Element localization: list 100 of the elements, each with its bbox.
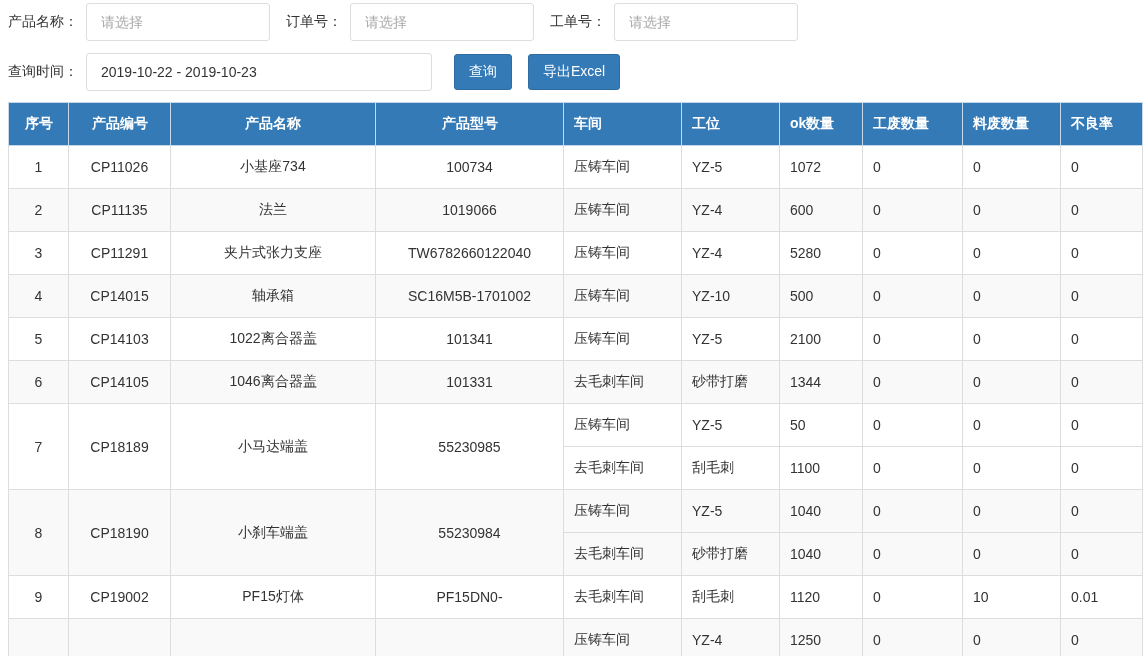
workshop-cell: 压铸车间 (563, 618, 682, 656)
workshop-cell: 去毛刺车间 (563, 446, 682, 490)
index-cell: 3 (8, 231, 69, 275)
defect-rate-cell: 0 (1060, 317, 1143, 361)
station-cell: 砂带打磨 (681, 360, 780, 404)
ok-count-cell: 1344 (779, 360, 863, 404)
index-cell: 6 (8, 360, 69, 404)
column-header: 产品名称 (170, 102, 376, 146)
defect-rate-cell: 0 (1060, 360, 1143, 404)
select-field[interactable]: 请选择 (350, 3, 534, 41)
material-scrap-cell: 0 (962, 274, 1061, 318)
work-scrap-cell: 0 (862, 360, 963, 404)
ok-count-cell: 1250 (779, 618, 863, 656)
ok-count-cell: 1040 (779, 532, 863, 576)
work-scrap-cell: 0 (862, 317, 963, 361)
workshop-cell: 去毛刺车间 (563, 360, 682, 404)
station-cell: 砂带打磨 (681, 532, 780, 576)
column-header: 车间 (563, 102, 682, 146)
material-scrap-cell: 0 (962, 145, 1061, 189)
date-range-field[interactable]: 2019-10-22 - 2019-10-23 (86, 53, 432, 91)
work-scrap-cell: 0 (862, 274, 963, 318)
ok-count-cell: 600 (779, 188, 863, 232)
work-scrap-cell: 0 (862, 403, 963, 447)
index-cell: 8 (8, 489, 69, 576)
defect-rate-cell: 0 (1060, 403, 1143, 447)
station-cell: 刮毛刺 (681, 575, 780, 619)
product-name-cell: 轴承箱 (170, 274, 376, 318)
work-scrap-cell: 0 (862, 145, 963, 189)
index-cell: 4 (8, 274, 69, 318)
product-code-cell: CP14105 (68, 360, 171, 404)
product-code-cell: CP11135 (68, 188, 171, 232)
work-scrap-cell: 0 (862, 231, 963, 275)
ok-count-cell: 2100 (779, 317, 863, 361)
product-model-cell: 101331 (375, 360, 564, 404)
station-cell: YZ-5 (681, 489, 780, 533)
column-header: 序号 (8, 102, 69, 146)
ok-count-cell: 1120 (779, 575, 863, 619)
product-model-cell: 55230985 (375, 403, 564, 490)
material-scrap-cell: 0 (962, 618, 1061, 656)
column-header: 工位 (681, 102, 780, 146)
product-name-cell: 小刹车端盖 (170, 489, 376, 576)
workshop-cell: 压铸车间 (563, 231, 682, 275)
query-button[interactable]: 查询 (454, 54, 512, 90)
select-field[interactable]: 请选择 (86, 3, 270, 41)
column-header: 不良率 (1060, 102, 1143, 146)
station-cell: YZ-4 (681, 188, 780, 232)
index-cell: 2 (8, 188, 69, 232)
product-code-cell: CP18190 (68, 489, 171, 576)
work-scrap-cell: 0 (862, 188, 963, 232)
defect-rate-cell: 0 (1060, 532, 1143, 576)
product-name-cell: 1046离合器盖 (170, 360, 376, 404)
defect-rate-cell: 0 (1060, 231, 1143, 275)
work-scrap-cell: 0 (862, 618, 963, 656)
index-cell: 5 (8, 317, 69, 361)
product-code-cell: CP11291 (68, 231, 171, 275)
workshop-cell: 去毛刺车间 (563, 575, 682, 619)
product-model-cell: 55230984 (375, 489, 564, 576)
workshop-cell: 压铸车间 (563, 274, 682, 318)
product-model-cell: PF15DN0- (375, 575, 564, 619)
material-scrap-cell: 0 (962, 403, 1061, 447)
work-scrap-cell: 0 (862, 489, 963, 533)
material-scrap-cell: 10 (962, 575, 1061, 619)
workshop-cell: 压铸车间 (563, 188, 682, 232)
ok-count-cell: 1040 (779, 489, 863, 533)
product-name-cell: PF15灯体 (170, 575, 376, 619)
defect-rate-cell: 0 (1060, 188, 1143, 232)
filter-label: 查询时间： (8, 63, 78, 81)
workshop-cell: 去毛刺车间 (563, 532, 682, 576)
ok-count-cell: 1100 (779, 446, 863, 490)
station-cell: YZ-4 (681, 618, 780, 656)
filter-label: 订单号： (286, 13, 342, 31)
column-header: 工废数量 (862, 102, 963, 146)
defect-rate-cell: 0 (1060, 618, 1143, 656)
product-model-cell: 100734 (375, 145, 564, 189)
work-scrap-cell: 0 (862, 446, 963, 490)
filter-label: 产品名称： (8, 13, 78, 31)
index-cell: 7 (8, 403, 69, 490)
index-cell: 9 (8, 575, 69, 619)
material-scrap-cell: 0 (962, 446, 1061, 490)
station-cell: 刮毛刺 (681, 446, 780, 490)
product-model-cell: 1019066 (375, 188, 564, 232)
product-name-cell: 1022离合器盖 (170, 317, 376, 361)
product-code-cell: CP18189 (68, 403, 171, 490)
product-model-cell: TW6782660122040 (375, 231, 564, 275)
select-field[interactable]: 请选择 (614, 3, 798, 41)
index-cell: 1 (8, 145, 69, 189)
column-header: 产品编号 (68, 102, 171, 146)
ok-count-cell: 5280 (779, 231, 863, 275)
product-code-cell: CP19002 (68, 575, 171, 619)
material-scrap-cell: 0 (962, 317, 1061, 361)
ok-count-cell: 1072 (779, 145, 863, 189)
export-button[interactable]: 导出Excel (528, 54, 621, 90)
station-cell: YZ-4 (681, 231, 780, 275)
product-model-cell: 101341 (375, 317, 564, 361)
workshop-cell: 压铸车间 (563, 403, 682, 447)
work-scrap-cell: 0 (862, 532, 963, 576)
product-name-cell: 夹片式张力支座 (170, 231, 376, 275)
station-cell: YZ-5 (681, 145, 780, 189)
station-cell: YZ-5 (681, 403, 780, 447)
work-scrap-cell: 0 (862, 575, 963, 619)
